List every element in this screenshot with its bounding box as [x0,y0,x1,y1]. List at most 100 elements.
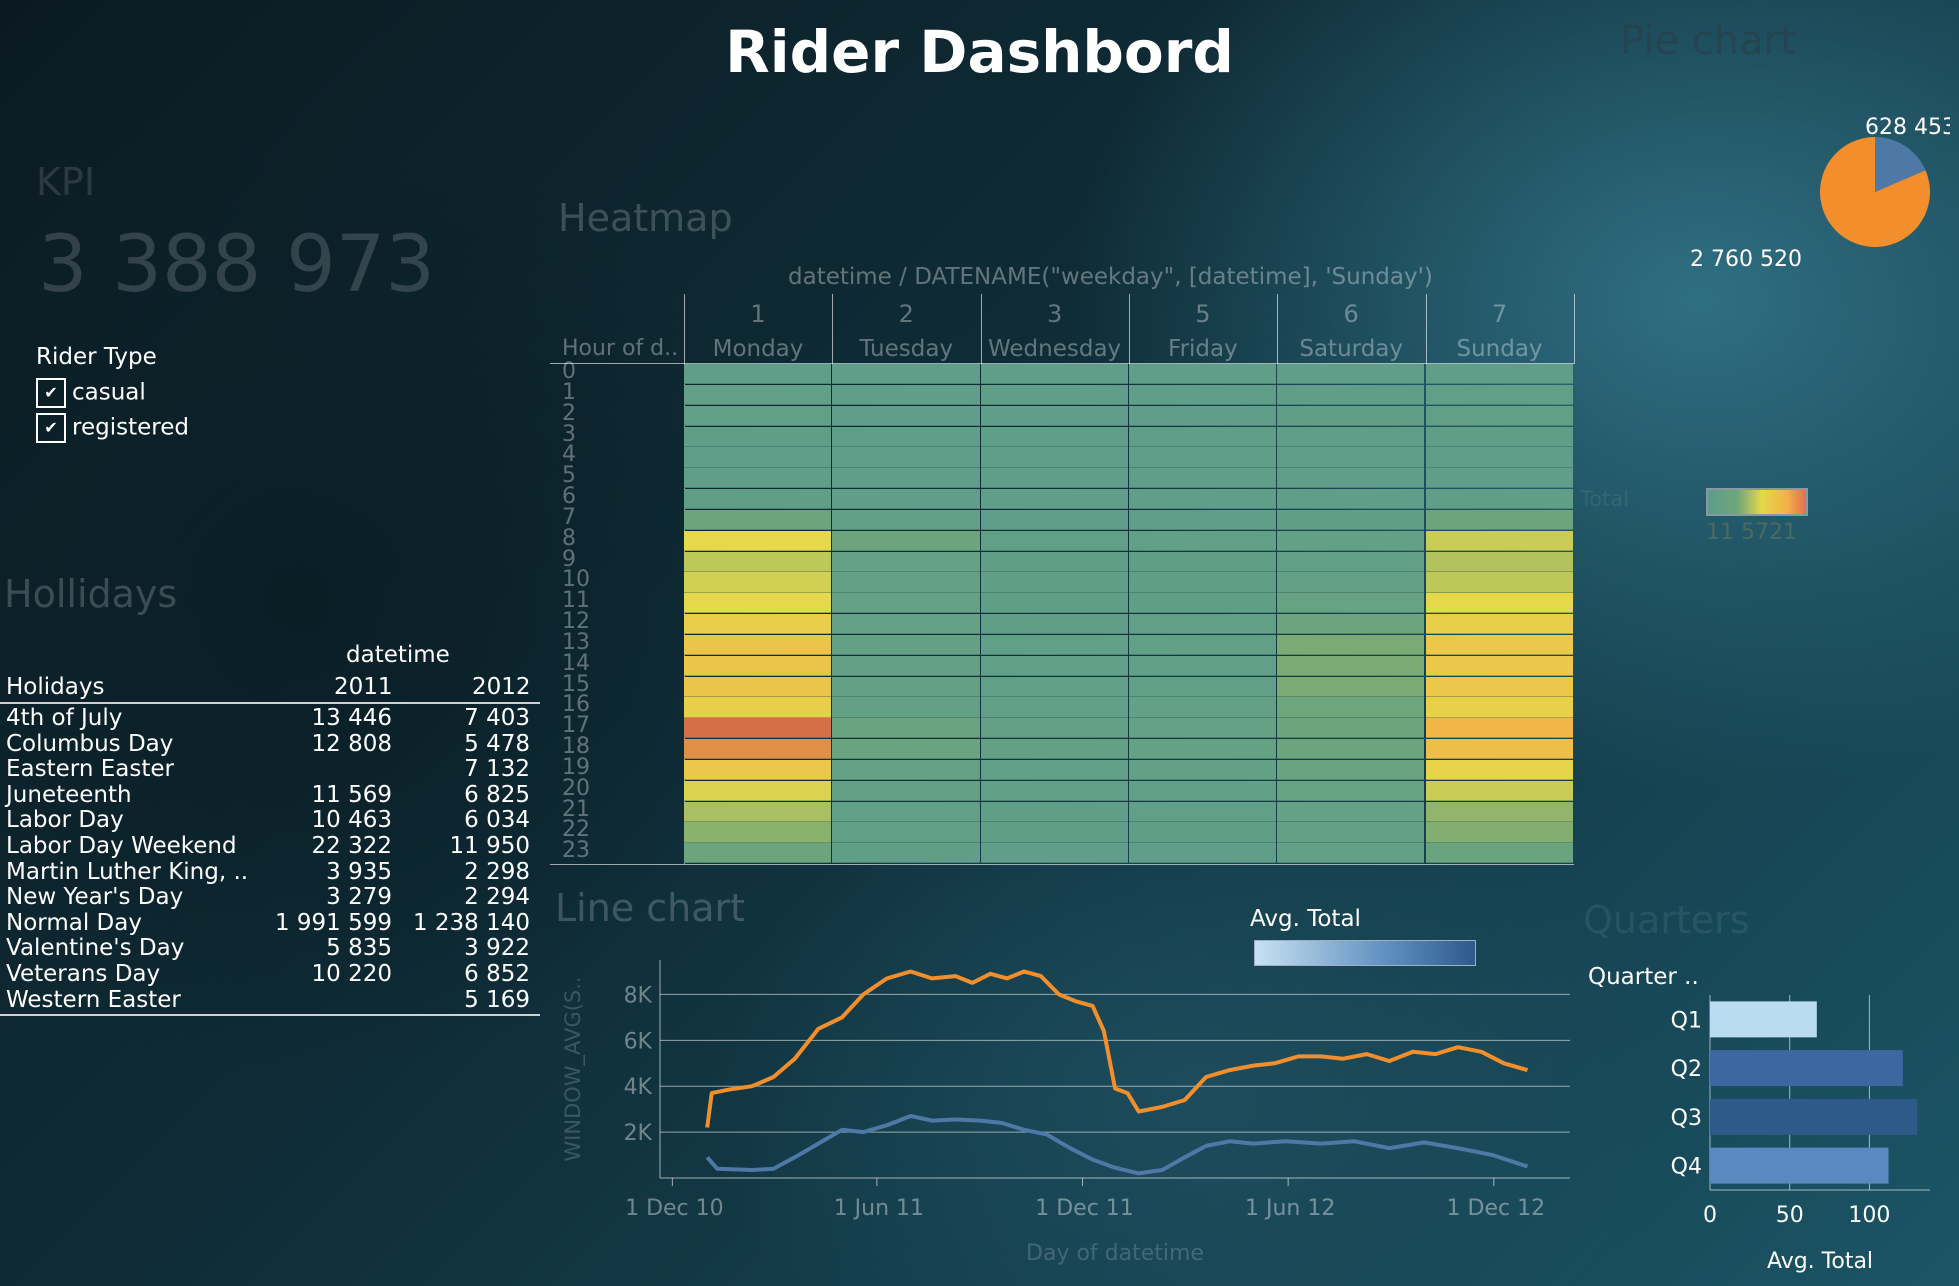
heatmap-cell [1425,572,1573,593]
heatmap-cell [1425,447,1573,468]
heatmap-cell [684,405,832,426]
heatmap-day-name: Monday [712,336,804,362]
filter-item-registered[interactable]: ✔ registered [36,413,189,443]
heatmap-cell [1128,384,1277,406]
heatmap-cell [980,843,1128,864]
holiday-value-2011: 3 279 [326,884,392,911]
heatmap-hour-label: 20 [562,775,590,801]
heatmap-cell [1277,489,1425,510]
heatmap-cell [1277,384,1425,406]
heatmap-cell [1425,614,1573,635]
heatmap-cell [832,718,980,739]
heatmap-cell [1277,551,1425,572]
heatmap-cell [832,614,980,635]
bar-x-tick-label: 100 [1848,1203,1890,1228]
heatmap-column-divider [1573,294,1575,364]
heatmap-cell [1277,572,1425,593]
heatmap-hour-label: 6 [562,484,576,509]
heatmap-cell [1128,551,1277,572]
heatmap-cell [1425,530,1573,551]
heatmap-color-legend [1706,488,1808,516]
heatmap-cell [1128,426,1277,447]
table-row: Eastern Easter 7 132 [0,756,540,782]
heatmap-cell [1277,697,1425,718]
heatmap-cell [1425,676,1573,697]
holiday-name: Martin Luther King, .. [6,858,249,885]
heatmap-bottom-line [550,864,1574,865]
holiday-name: Juneteenth [6,781,132,808]
heatmap-cell [1128,697,1277,718]
heatmap-cell [1277,655,1425,676]
line-chart-title: Line chart [555,886,746,930]
heatmap-cell [832,572,980,593]
heatmap-cell [980,676,1128,697]
table-row: Labor Day 10 463 6 034 [0,807,540,833]
heatmap-cell [832,405,980,426]
heatmap-cell [1425,843,1573,864]
pie-chart: 628 453 2 760 520 [1690,115,1950,272]
heatmap-cell [1425,468,1573,489]
heatmap-hour-label: 2 [562,400,576,426]
holiday-value-2012: 6 825 [464,781,530,808]
heatmap-cell [684,759,832,781]
heatmap-cell [684,468,832,489]
heatmap-cell [832,801,980,822]
heatmap-day-number: 3 [1046,300,1063,328]
table-bottom-divider [0,1014,540,1017]
pie-label-casual: 2 760 520 [1690,247,1802,272]
heatmap-cell [1277,634,1425,656]
heatmap-cell [832,634,980,656]
heatmap-cell [832,489,980,510]
heatmap-cell [832,822,980,843]
heatmap-cell [684,364,832,385]
heatmap-cell [1128,676,1277,697]
heatmap-cell [1277,614,1425,635]
heatmap-cell [1128,822,1277,843]
heatmap-cell [1128,655,1277,676]
heatmap-cell [1128,593,1277,614]
heatmap-hour-label: 12 [562,609,590,634]
holiday-value-2012: 2 298 [464,858,530,885]
heatmap-cell [1277,843,1425,864]
heatmap-cell [832,780,980,801]
kpi-value: 3 388 973 [38,220,435,310]
heatmap-cell [684,676,832,697]
heatmap-day-number: 1 [750,300,766,328]
holiday-value-2012: 7 403 [464,705,530,731]
heatmap-cell [684,489,832,510]
heatmap-cell [1425,739,1573,760]
checkbox-casual[interactable]: ✔ [36,378,66,408]
heatmap-cell [980,551,1128,572]
heatmap-cell [980,822,1128,843]
heatmap-cell [832,509,980,531]
holiday-value-2011: 5 835 [326,935,392,962]
heatmap-cell [1128,447,1277,468]
holiday-name: Western Easter [6,986,181,1013]
filter-item-casual[interactable]: ✔ casual [36,378,146,408]
bar [1710,1147,1889,1184]
heatmap-cell [1425,634,1573,656]
holiday-value-2011: 11 569 [311,781,392,808]
table-row: New Year's Day 3 279 2 294 [0,884,540,910]
heatmap-cell [684,718,832,739]
holiday-name: Normal Day [6,909,142,936]
heatmap-cell [1128,530,1277,551]
heatmap-cell [1128,572,1277,593]
checkbox-registered[interactable]: ✔ [36,413,66,443]
holiday-value-2012: 11 950 [449,833,530,859]
heatmap-cell [684,551,832,572]
heatmap-cell [684,739,832,760]
bar-x-tick-label: 50 [1776,1203,1804,1228]
heatmap-cell [980,739,1128,760]
heatmap-cell [980,489,1128,510]
heatmap-cell [1128,780,1277,801]
heatmap-cell [1277,718,1425,739]
heatmap-legend-range: 11 5721 [1706,520,1797,545]
heatmap-cell [1425,364,1573,385]
heatmap-cell [980,509,1128,531]
heatmap-cell [1128,759,1277,781]
holiday-name: Labor Day Weekend [6,833,237,859]
holiday-value-2011: 12 808 [311,730,392,757]
heatmap-cell [1277,822,1425,843]
heatmap-row-title: Hour of d.. [562,336,679,361]
